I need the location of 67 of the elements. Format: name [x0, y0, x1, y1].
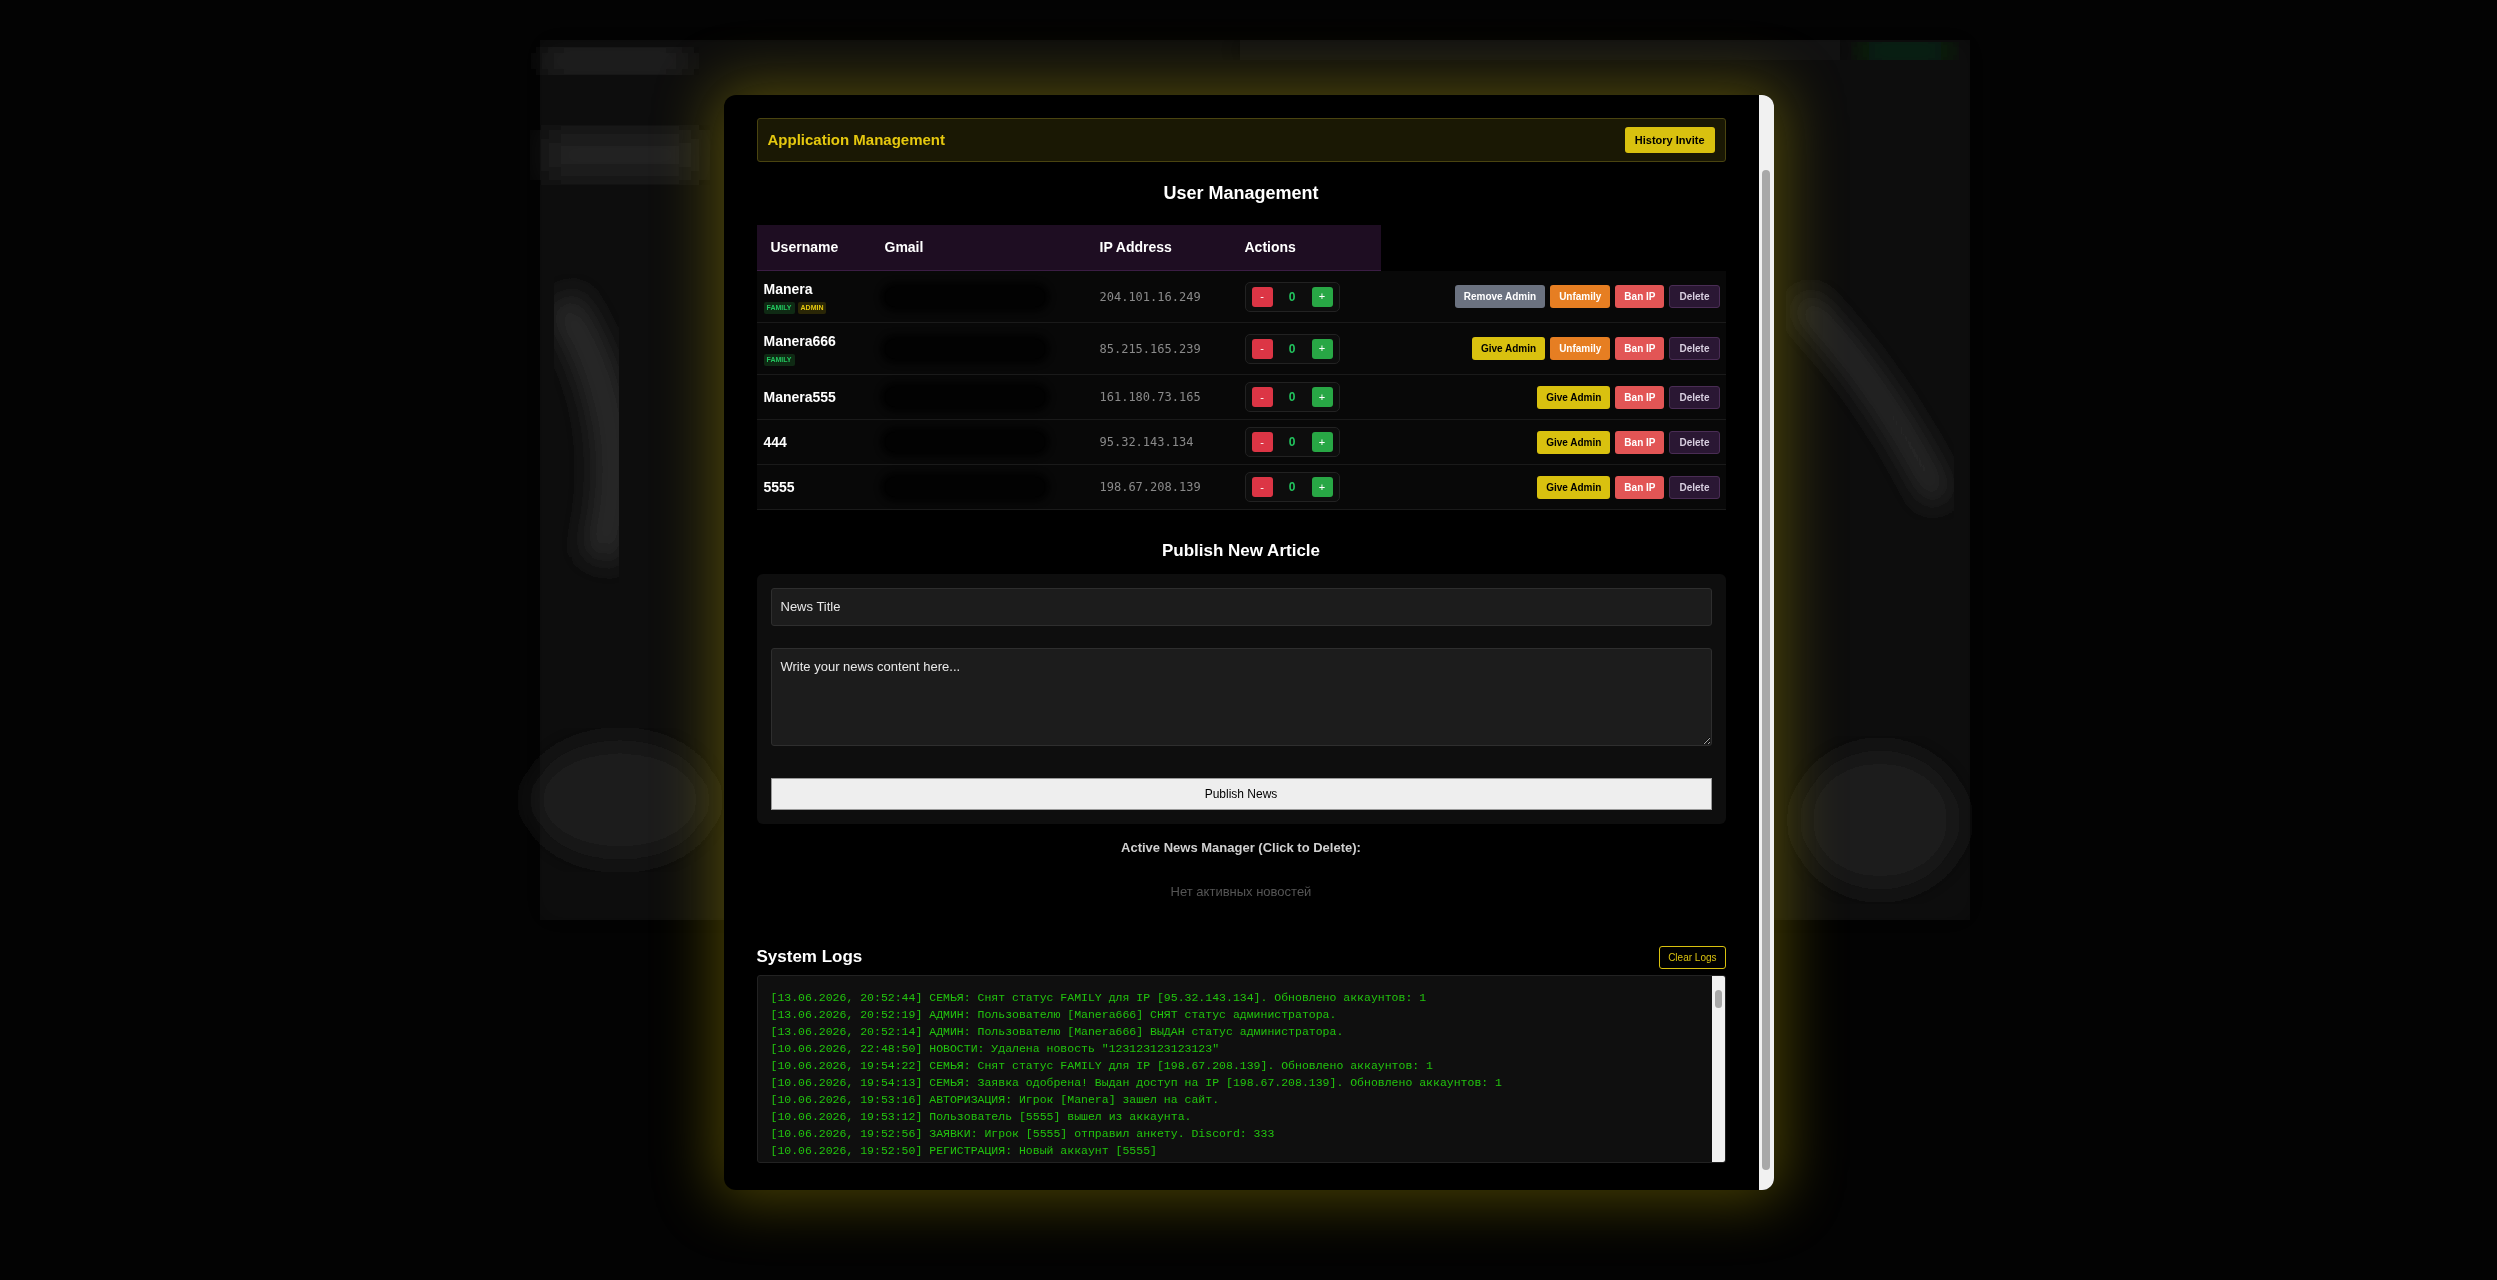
- action-button[interactable]: Delete: [1669, 475, 1720, 499]
- column-header: Gmail: [884, 238, 925, 257]
- username: Manera666: [763, 331, 837, 351]
- decrease-button[interactable]: -: [1251, 432, 1273, 452]
- action-button[interactable]: Give Admin: [1537, 385, 1611, 409]
- log-line: [10.06.2026, 19:52:56] ЗАЯВКИ: Игрок [5555] отправил анкету. Discord: 333: [770, 1126, 1276, 1142]
- column-header: Username: [769, 238, 840, 257]
- counter-value: 0: [1288, 479, 1296, 496]
- log-line: [10.06.2026, 19:54:22] СЕМЬЯ: Снят статус FAMILY для IP [198.67.208.139]. Обновлено аккаунтов: 1: [770, 1058, 1434, 1074]
- action-button[interactable]: Unfamily: [1550, 337, 1611, 360]
- action-button[interactable]: Delete: [1669, 285, 1720, 308]
- logs-title: System Logs: [756, 945, 863, 968]
- column-header: Actions: [1244, 238, 1297, 257]
- news-title-field[interactable]: News Title: [770, 587, 1712, 626]
- action-button[interactable]: Ban IP: [1615, 475, 1665, 499]
- increase-button[interactable]: +: [1311, 432, 1333, 452]
- section-heading: User Management: [1162, 182, 1320, 205]
- log-line: [10.06.2026, 19:54:13] СЕМЬЯ: Заявка одобрена! Выдан доступ на IP [198.67.208.139]. Обновлено аккаунтов: 1: [770, 1075, 1504, 1091]
- log-line: [13.06.2026, 20:52:19] АДМИН: Пользователю [Manera666] СНЯТ статус администратора.: [770, 1007, 1338, 1023]
- ip-address: 204.101.16.249: [1099, 288, 1202, 306]
- log-line: [10.06.2026, 19:53:16] АВТОРИЗАЦИЯ: Игрок [Manera] зашел на сайт.: [770, 1092, 1221, 1108]
- clear-logs-button[interactable]: Clear Logs: [1659, 946, 1726, 969]
- counter-value: 0: [1288, 288, 1296, 306]
- action-button[interactable]: Ban IP: [1615, 337, 1665, 360]
- section-heading: Publish New Article: [1160, 540, 1322, 562]
- decrease-button[interactable]: -: [1251, 286, 1273, 307]
- news-manager-title: Active News Manager (Click to Delete):: [1120, 838, 1362, 857]
- decrease-button[interactable]: -: [1251, 477, 1273, 497]
- log-line: [13.06.2026, 20:52:44] СЕМЬЯ: Снят статус FAMILY для IP [95.32.143.134]. Обновлено аккаунтов: 1: [770, 990, 1428, 1006]
- publish-news-button[interactable]: Publish News: [770, 777, 1712, 810]
- action-button[interactable]: Delete: [1669, 385, 1720, 409]
- ip-address: 85.215.165.239: [1099, 340, 1202, 358]
- log-line: [10.06.2026, 19:53:12] Пользователь [5555] вышел из аккаунта.: [770, 1109, 1193, 1125]
- counter-value: 0: [1288, 340, 1296, 358]
- ip-address: 198.67.208.139: [1099, 479, 1202, 496]
- decrease-button[interactable]: -: [1251, 338, 1273, 359]
- log-line: [13.06.2026, 20:52:14] АДМИН: Пользователю [Manera666] ВЫДАН статус администратора.: [770, 1024, 1345, 1040]
- action-button[interactable]: Ban IP: [1615, 430, 1665, 454]
- username: Manera555: [763, 387, 837, 407]
- action-button[interactable]: Unfamily: [1550, 285, 1611, 308]
- news-content-field[interactable]: Write your news content here...: [770, 647, 1712, 746]
- action-button[interactable]: Give Admin: [1537, 475, 1611, 499]
- action-button[interactable]: Remove Admin: [1454, 285, 1546, 308]
- decrease-button[interactable]: -: [1251, 387, 1273, 407]
- increase-button[interactable]: +: [1311, 387, 1333, 407]
- column-header: IP Address: [1099, 238, 1173, 257]
- action-button[interactable]: Ban IP: [1615, 285, 1665, 308]
- counter-value: 0: [1288, 389, 1296, 406]
- username: 444: [763, 432, 788, 452]
- action-button[interactable]: Give Admin: [1471, 337, 1546, 360]
- ip-address: 161.180.73.165: [1099, 389, 1202, 406]
- log-line: [10.06.2026, 22:48:50] НОВОСТИ: Удалена новость "123123123123123": [770, 1041, 1221, 1057]
- empty-news-message: Нет активных новостей: [1169, 883, 1313, 901]
- increase-button[interactable]: +: [1311, 477, 1333, 497]
- action-button[interactable]: Ban IP: [1615, 385, 1665, 409]
- history-invite-button[interactable]: History Invite: [1624, 126, 1715, 154]
- counter-value: 0: [1288, 434, 1296, 451]
- log-line: [10.06.2026, 19:52:50] РЕГИСТРАЦИЯ: Новый аккаунт [5555]: [770, 1143, 1158, 1159]
- section-title: Application Management: [767, 129, 946, 150]
- action-button[interactable]: Delete: [1669, 337, 1720, 360]
- username: Manera: [763, 279, 814, 299]
- username: 5555: [763, 477, 796, 497]
- increase-button[interactable]: +: [1311, 286, 1333, 307]
- action-button[interactable]: Give Admin: [1537, 430, 1611, 454]
- increase-button[interactable]: +: [1311, 338, 1333, 359]
- action-button[interactable]: Delete: [1669, 430, 1720, 454]
- ip-address: 95.32.143.134: [1099, 434, 1195, 451]
